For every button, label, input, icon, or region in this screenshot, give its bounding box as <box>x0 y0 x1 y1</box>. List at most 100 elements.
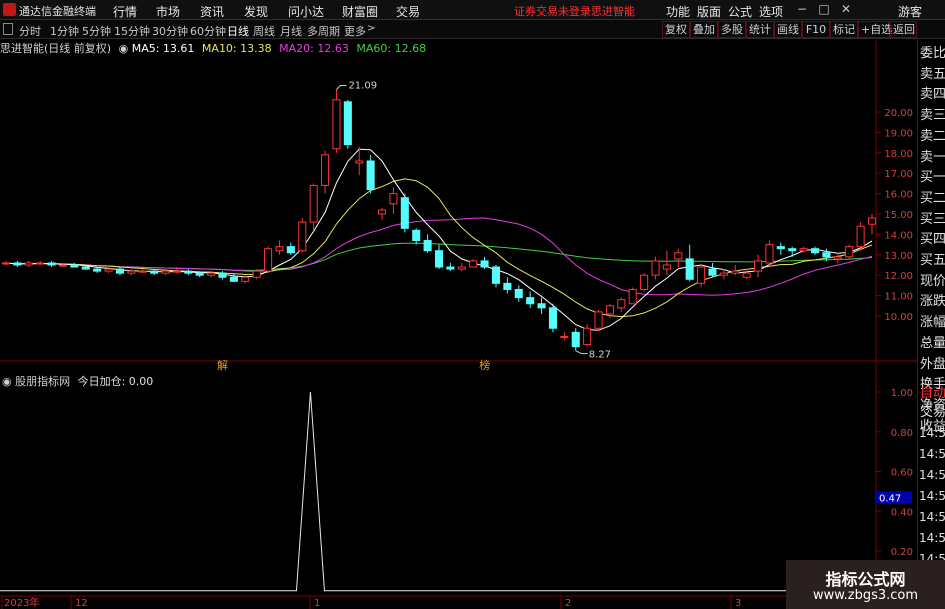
menu-gongneng[interactable]: 功能 <box>666 3 690 20</box>
menu-caifuquan[interactable]: 财富圈 <box>342 3 378 20</box>
toolbar-tongji[interactable]: 统计 <box>746 21 774 38</box>
minimize-icon[interactable]: − <box>795 2 809 16</box>
candle[interactable] <box>321 150 330 194</box>
candle[interactable] <box>343 99 352 149</box>
candle[interactable] <box>1 260 11 265</box>
candle[interactable] <box>47 260 56 268</box>
candle[interactable] <box>788 246 797 257</box>
menu-jiaoyi[interactable]: 交易 <box>396 3 420 20</box>
candle[interactable] <box>867 214 877 235</box>
candle[interactable] <box>742 269 751 280</box>
login-notice[interactable]: 证券交易未登录 <box>514 3 591 19</box>
settings-circle-icon[interactable]: ◉ <box>2 375 12 388</box>
chart-area[interactable]: 20.00 19.00 18.00 17.00 16.00 15.00 14.00 13.00… <box>0 40 917 609</box>
candle[interactable] <box>514 285 523 302</box>
candle[interactable] <box>434 244 444 270</box>
candle[interactable] <box>583 324 592 347</box>
candle[interactable] <box>275 240 284 255</box>
candle[interactable] <box>776 242 785 255</box>
candle[interactable] <box>298 218 307 253</box>
menu-banmian[interactable]: 版面 <box>697 3 721 20</box>
candle[interactable] <box>810 246 820 255</box>
candle[interactable] <box>389 187 398 214</box>
menu-xuanxiang[interactable]: 选项 <box>759 3 783 20</box>
candle[interactable] <box>457 262 466 272</box>
candle[interactable] <box>833 252 842 263</box>
candle[interactable] <box>617 297 626 312</box>
candle[interactable] <box>697 265 706 288</box>
candle[interactable] <box>651 256 660 280</box>
candle[interactable] <box>685 244 694 282</box>
candle[interactable] <box>856 222 865 251</box>
candle[interactable] <box>491 265 501 288</box>
candle[interactable] <box>423 234 432 253</box>
candle[interactable] <box>264 246 273 274</box>
tab-monthly[interactable]: 月线 <box>280 23 302 39</box>
toolbar-huaxian[interactable]: 画线 <box>774 21 802 38</box>
close-icon[interactable]: ✕ <box>839 2 853 16</box>
candle[interactable] <box>36 260 45 265</box>
menu-hangqing[interactable]: 行情 <box>113 3 137 20</box>
toolbar-biaoji[interactable]: 标记 <box>830 21 858 38</box>
candle[interactable] <box>377 207 387 221</box>
candle[interactable] <box>662 250 671 276</box>
toolbar-fuquan[interactable]: 复权 <box>662 21 690 38</box>
candle[interactable] <box>366 154 375 194</box>
stock-title[interactable]: 思进智能(日线 前复权) <box>0 42 111 55</box>
tab-multi-period[interactable]: 多周期 <box>307 23 340 39</box>
candle[interactable] <box>480 256 489 270</box>
candle[interactable] <box>560 332 569 341</box>
candle[interactable] <box>138 269 147 274</box>
candle[interactable] <box>355 146 364 176</box>
toolbar-diejia[interactable]: 叠加 <box>690 21 718 38</box>
tab-daily[interactable]: 日线 <box>227 23 249 39</box>
candle[interactable] <box>286 242 295 255</box>
guest-label[interactable]: 游客 <box>898 3 922 20</box>
candle[interactable] <box>503 277 512 294</box>
candle[interactable] <box>526 291 535 308</box>
tab-5min[interactable]: 5分钟 <box>82 23 111 39</box>
tab-1min[interactable]: 1分钟 <box>50 23 79 39</box>
menu-gongshi[interactable]: 公式 <box>728 3 752 20</box>
tab-fenshi[interactable]: 分时 <box>19 23 41 39</box>
tab-more[interactable]: 更多 <box>344 23 366 39</box>
toolbar-duogu[interactable]: 多股 <box>718 21 746 38</box>
candle[interactable] <box>70 262 79 268</box>
indicator-title[interactable]: 股朋指标网 <box>15 375 70 388</box>
candle[interactable] <box>446 262 455 272</box>
candle[interactable] <box>845 244 854 259</box>
candle[interactable] <box>469 258 478 268</box>
tab-weekly[interactable]: 周线 <box>253 23 275 39</box>
menu-shichang[interactable]: 市场 <box>156 3 180 20</box>
candle[interactable] <box>115 267 124 276</box>
settings-circle-icon[interactable]: ◉ <box>119 42 129 55</box>
tab-30min[interactable]: 30分钟 <box>152 23 188 39</box>
chevron-right-icon[interactable]: > <box>367 23 375 34</box>
candle[interactable] <box>594 309 603 331</box>
candle[interactable] <box>24 260 33 268</box>
auto-trade-label[interactable]: 交易 <box>920 402 945 423</box>
toolbar-add-favorite[interactable]: +自选 <box>858 21 892 38</box>
candle[interactable] <box>184 269 193 276</box>
restore-icon[interactable]: □ <box>817 2 831 16</box>
candle[interactable] <box>400 193 409 233</box>
candle[interactable] <box>674 248 683 268</box>
candle[interactable] <box>332 89 341 153</box>
candle[interactable] <box>628 287 637 305</box>
auto-trade-button[interactable]: 自动 <box>920 383 945 404</box>
candle[interactable] <box>708 262 717 278</box>
candle[interactable] <box>309 183 318 231</box>
candle[interactable] <box>754 254 763 278</box>
candle[interactable] <box>127 269 136 276</box>
tab-60min[interactable]: 60分钟 <box>190 23 226 39</box>
menu-zixun[interactable]: 资讯 <box>200 3 224 20</box>
candle[interactable] <box>412 228 421 245</box>
candle[interactable] <box>537 297 546 314</box>
candle[interactable] <box>571 328 580 351</box>
toolbar-f10[interactable]: F10 <box>802 21 830 38</box>
menu-wenxiaoda[interactable]: 问小达 <box>288 3 324 20</box>
menu-faxian[interactable]: 发现 <box>244 3 268 20</box>
candle[interactable] <box>765 240 774 265</box>
candle[interactable] <box>640 273 649 292</box>
collapse-icon[interactable] <box>3 23 13 35</box>
